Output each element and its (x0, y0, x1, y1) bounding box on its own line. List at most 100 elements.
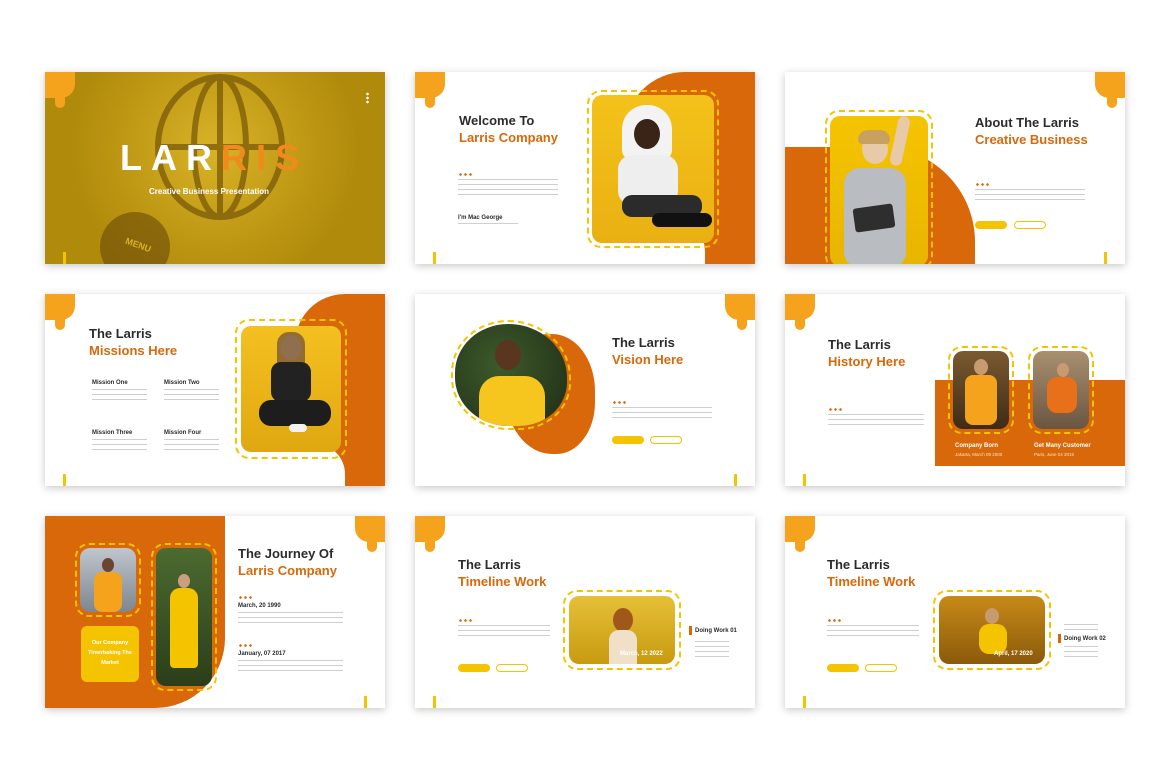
dots-icon (975, 183, 989, 186)
event-date: Paris, June 04 2015 (1034, 452, 1075, 457)
body-text-placeholder (458, 625, 550, 639)
timeline-work-label: Doing Work 01 (695, 628, 737, 634)
cover-subtitle: Creative Business Presentation (149, 187, 270, 196)
slide-title-line1: The Larris (827, 557, 890, 572)
body-text-placeholder (612, 407, 712, 421)
woman-photo (1033, 351, 1089, 429)
slide-title-line2: Timeline Work (827, 574, 916, 589)
primary-button[interactable] (975, 221, 1007, 229)
man-photo (80, 548, 136, 612)
accent-bar (803, 696, 806, 708)
slide-welcome[interactable]: Welcome To Larris Company I'm Mac George (415, 72, 755, 264)
slide-title-line2: Larris Company (238, 563, 337, 578)
slide-title-line2: Missions Here (89, 343, 178, 358)
brand-title-orange: RIS (221, 137, 309, 178)
woman-photo (241, 326, 341, 452)
woman-photo (830, 116, 928, 264)
timeline-items-placeholder (695, 641, 729, 659)
body-text-placeholder (458, 179, 558, 197)
corner-splash (725, 294, 755, 330)
primary-button[interactable] (458, 664, 490, 672)
woman-photo (592, 95, 714, 243)
timeline-items-placeholder (1064, 624, 1098, 630)
accent-bar (63, 252, 66, 264)
accent-bar (1104, 252, 1107, 264)
mission-title: Mission Three (92, 430, 133, 436)
mission-text-placeholder (92, 439, 147, 453)
secondary-button[interactable] (496, 664, 528, 672)
body-text-placeholder (975, 189, 1085, 203)
accent-bar (734, 474, 737, 486)
mission-title: Mission Four (164, 430, 202, 436)
mission-text-placeholder (164, 389, 219, 403)
accent-bar (364, 696, 367, 708)
accent-bar (433, 696, 436, 708)
slide-title-line2: Creative Business (975, 132, 1088, 147)
dots-icon (828, 408, 842, 411)
brand-title-white: LAR (120, 137, 221, 178)
slide-vision[interactable]: The Larris Vision Here (415, 294, 755, 486)
slide-journey[interactable]: Our Company Timerbaking The Market The J… (45, 516, 385, 708)
timeline-marker (1058, 634, 1061, 643)
slide-title-line1: The Larris (612, 335, 675, 350)
slide-cover[interactable]: MENU LARRIS Creative Business Presentati… (45, 72, 385, 264)
body-text-placeholder (828, 414, 924, 428)
slide-title-line1: The Journey Of (238, 546, 334, 561)
secondary-button[interactable] (1014, 221, 1046, 229)
slide-timeline-2[interactable]: The Larris Timeline Work April, 17 2020 … (785, 516, 1125, 708)
slide-title-line2: Larris Company (459, 130, 558, 145)
timeline-marker (689, 626, 692, 635)
accent-bar (63, 474, 66, 486)
journey-date: January, 07 2017 (238, 651, 286, 657)
slide-missions[interactable]: The Larris Missions Here Mission One Mis… (45, 294, 385, 486)
slide-title-line1: About The Larris (975, 115, 1080, 130)
event-title: Get Many Customer (1034, 443, 1091, 449)
person-name: I'm Mac George (458, 215, 503, 221)
slide-timeline-1[interactable]: The Larris Timeline Work March, 12 2022 … (415, 516, 755, 708)
journey-date: March, 20 1990 (238, 603, 281, 609)
secondary-button[interactable] (650, 436, 682, 444)
mission-text-placeholder (92, 389, 147, 403)
slide-title-line2: Vision Here (612, 352, 684, 367)
dots-icon (458, 619, 472, 622)
secondary-button[interactable] (865, 664, 897, 672)
dots-icon (238, 596, 252, 599)
primary-button[interactable] (612, 436, 644, 444)
slide-title-line2: History Here (828, 354, 906, 369)
slide-title-line1: The Larris (458, 557, 521, 572)
woman-photo (455, 324, 567, 426)
corner-splash (785, 516, 815, 552)
primary-button[interactable] (827, 664, 859, 672)
photo-date: April, 17 2020 (994, 651, 1033, 657)
timeline-work-label: Doing Work 02 (1064, 636, 1106, 642)
woman-photo (156, 548, 212, 686)
slide-about[interactable]: About The Larris Creative Business (785, 72, 1125, 264)
mission-title: Mission Two (164, 380, 200, 386)
slide-history[interactable]: The Larris History Here Company Born Jak… (785, 294, 1125, 486)
photo-date: March, 12 2022 (620, 651, 663, 657)
dots-icon (827, 619, 841, 622)
brand-title: LARRIS (120, 138, 308, 178)
accent-bar (803, 474, 806, 486)
more-icon[interactable] (366, 92, 369, 104)
accent-bar (433, 252, 436, 264)
mission-title: Mission One (92, 380, 128, 386)
event-title: Company Born (955, 443, 999, 449)
corner-splash (415, 516, 445, 552)
dots-icon (612, 401, 626, 404)
slide-title-line1: The Larris (828, 337, 891, 352)
slide-title-line2: Timeline Work (458, 574, 547, 589)
mission-text-placeholder (164, 439, 219, 453)
slide-title-line1: The Larris (89, 326, 152, 341)
corner-splash (45, 294, 75, 330)
journey-text-placeholder (238, 660, 343, 672)
company-badge-text: Our Company Timerbaking The Market (88, 640, 132, 666)
slide-title-line1: Welcome To (459, 113, 535, 128)
corner-splash (355, 516, 385, 552)
corner-splash (1095, 72, 1125, 108)
corner-splash (785, 294, 815, 330)
corner-splash (45, 72, 75, 108)
dots-icon (458, 173, 472, 176)
corner-splash (415, 72, 445, 108)
event-date: Jakarta, March 09 2000 (955, 452, 1003, 457)
